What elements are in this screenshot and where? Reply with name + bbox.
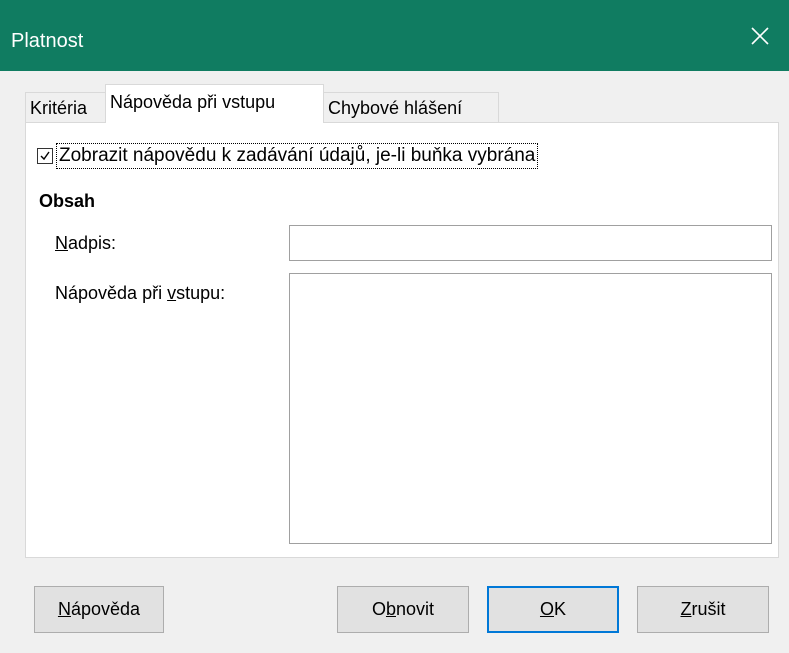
title-label-rest: adpis: — [68, 233, 117, 253]
title-bar: Platnost — [0, 0, 789, 71]
tab-error-alert[interactable]: Chybové hlášení — [323, 92, 499, 122]
close-icon — [751, 26, 769, 45]
title-input[interactable] — [289, 225, 772, 261]
validity-dialog: Platnost Kritéria Nápověda při vstupu Ch… — [0, 0, 789, 653]
help-field-label: Nápověda při vstupu: — [55, 283, 225, 304]
reset-button-mnemonic: b — [385, 599, 396, 619]
ok-button-mnemonic: O — [539, 599, 554, 619]
help-button[interactable]: Nápověda — [34, 586, 164, 633]
help-label-before: Nápověda při — [55, 283, 168, 303]
window-title: Platnost — [11, 30, 84, 52]
tab-criteria[interactable]: Kritéria — [25, 92, 107, 122]
tab-input-help[interactable]: Nápověda při vstupu — [105, 84, 324, 123]
show-help-checkbox-label: Zobrazit nápovědu k zadávání údajů, je-l… — [56, 143, 539, 169]
cancel-button-mnemonic: Z — [680, 599, 692, 619]
help-label-mnemonic: v — [167, 283, 177, 303]
reset-button-before: O — [371, 599, 386, 619]
title-field-label: Nadpis: — [55, 233, 116, 254]
reset-button-after: novit — [396, 599, 435, 619]
content-section-title: Obsah — [39, 191, 96, 211]
cancel-button-rest: rušit — [691, 599, 726, 619]
reset-button[interactable]: Ob novit — [337, 586, 469, 633]
close-button[interactable] — [731, 0, 789, 71]
show-help-checkbox-row[interactable]: Zobrazit nápovědu k zadávání údajů, je-l… — [37, 143, 539, 169]
ok-button[interactable]: OK — [487, 586, 619, 633]
tab-error-alert-label: Chybové hlášení — [328, 98, 463, 118]
tab-criteria-label: Kritéria — [30, 98, 88, 118]
checkmark-icon — [40, 151, 50, 161]
help-button-mnemonic: N — [57, 599, 71, 619]
help-textarea[interactable] — [289, 273, 772, 544]
ok-button-rest: K — [554, 599, 567, 619]
show-help-checkbox[interactable] — [37, 148, 53, 164]
tab-panel: Zobrazit nápovědu k zadávání údajů, je-l… — [25, 122, 779, 558]
help-label-after: stupu: — [176, 283, 226, 303]
title-label-mnemonic: N — [55, 233, 68, 253]
help-button-rest: ápověda — [70, 599, 141, 619]
cancel-button[interactable]: Zrušit — [637, 586, 769, 633]
tab-input-help-label: Nápověda při vstupu — [110, 92, 276, 112]
